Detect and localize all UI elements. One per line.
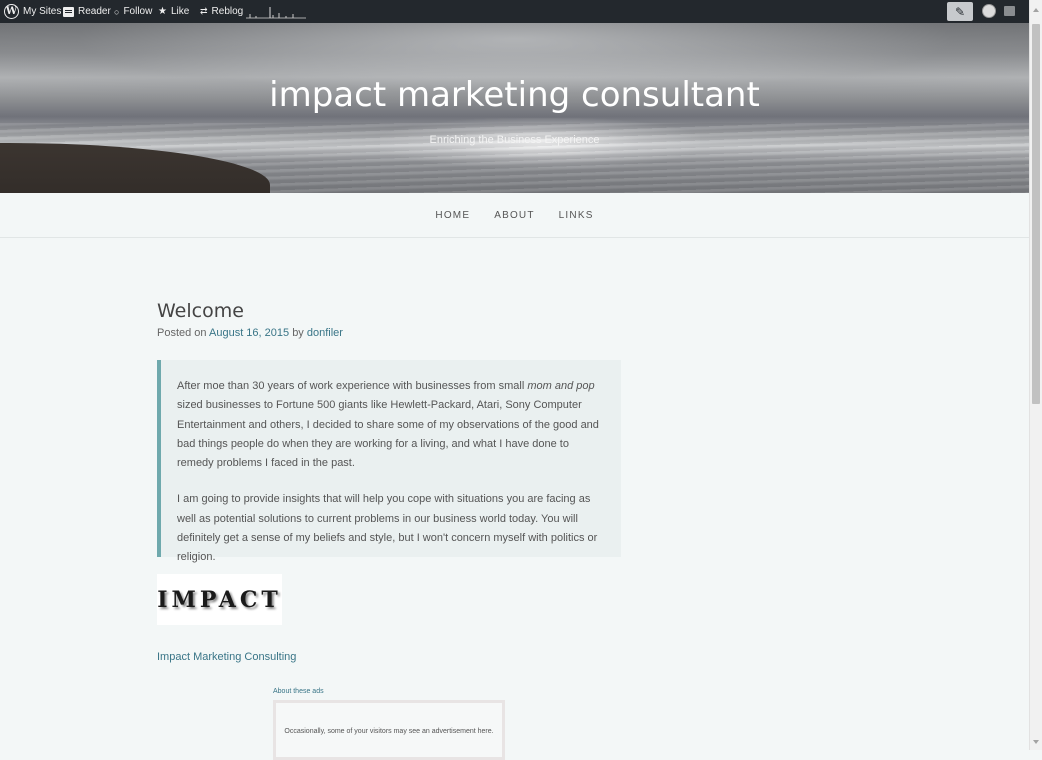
impact-marketing-link[interactable]: Impact Marketing Consulting — [157, 651, 296, 663]
reader-label: Reader — [78, 6, 111, 17]
site-header: impact marketing consultant Enriching th… — [0, 23, 1029, 193]
like-label: Like — [170, 6, 190, 17]
like-button[interactable]: ★ Like — [158, 0, 189, 23]
quote-text-b: sized businesses to Fortune 500 giants l… — [177, 399, 599, 470]
intro-blockquote: After moe than 30 years of work experien… — [157, 360, 621, 563]
scroll-thumb[interactable] — [1032, 24, 1040, 404]
main-navigation: HOME ABOUT LINKS — [0, 193, 1029, 238]
site-description: Enriching the Business Experience — [429, 134, 600, 146]
reblog-icon: ⇄ — [200, 6, 208, 16]
quote-paragraph-2: I am going to provide insights that will… — [177, 493, 598, 564]
follow-label: Follow — [123, 6, 153, 17]
site-title[interactable]: impact marketing consultant — [0, 75, 1029, 115]
scroll-down-arrow-icon[interactable] — [1033, 740, 1039, 744]
posted-on-label: Posted on — [157, 327, 207, 339]
reblog-label: Reblog — [211, 6, 244, 17]
about-ads-link[interactable]: About these ads — [273, 688, 324, 695]
quote-paragraph-1: After moe than 30 years of work experien… — [177, 377, 607, 473]
follow-icon: ○ — [114, 6, 120, 17]
my-sites-menu[interactable]: W My Sites — [4, 0, 61, 23]
page-scrollbar[interactable] — [1029, 0, 1042, 750]
quote-emphasis: mom and pop — [527, 380, 595, 392]
by-label: by — [292, 327, 304, 339]
post-meta: Posted on August 16, 2015 by donfiler — [157, 327, 343, 339]
reader-menu[interactable]: Reader — [63, 0, 111, 23]
ad-message: Occasionally, some of your visitors may … — [284, 728, 494, 735]
scroll-up-arrow-icon[interactable] — [1033, 8, 1039, 12]
reader-icon — [63, 6, 74, 17]
avatar[interactable] — [982, 4, 996, 18]
nav-item-home[interactable]: HOME — [435, 210, 470, 221]
impact-logo-image: IMPACT — [157, 574, 282, 625]
post-date-link[interactable]: August 16, 2015 — [209, 327, 289, 339]
admin-bar: W My Sites Reader ○ Follow ★ Like ⇄ Rebl… — [0, 0, 1042, 23]
stats-sparkline[interactable] — [246, 5, 306, 19]
advertisement-placeholder: Occasionally, some of your visitors may … — [273, 700, 505, 760]
nav-item-about[interactable]: ABOUT — [494, 210, 534, 221]
impact-logo-text: IMPACT — [157, 586, 282, 613]
follow-button[interactable]: ○ Follow — [114, 0, 152, 23]
write-icon: ✎ — [954, 4, 966, 19]
reblog-button[interactable]: ⇄ Reblog — [200, 0, 243, 23]
notifications-icon[interactable] — [1004, 6, 1015, 16]
nav-item-links[interactable]: LINKS — [559, 210, 594, 221]
star-icon: ★ — [158, 6, 167, 17]
wordpress-icon: W — [4, 4, 19, 19]
write-button[interactable]: ✎ — [947, 2, 973, 21]
author-link[interactable]: donfiler — [307, 327, 343, 339]
my-sites-label: My Sites — [23, 6, 62, 17]
quote-text-a: After moe than 30 years of work experien… — [177, 380, 528, 392]
post-title[interactable]: Welcome — [157, 300, 244, 322]
